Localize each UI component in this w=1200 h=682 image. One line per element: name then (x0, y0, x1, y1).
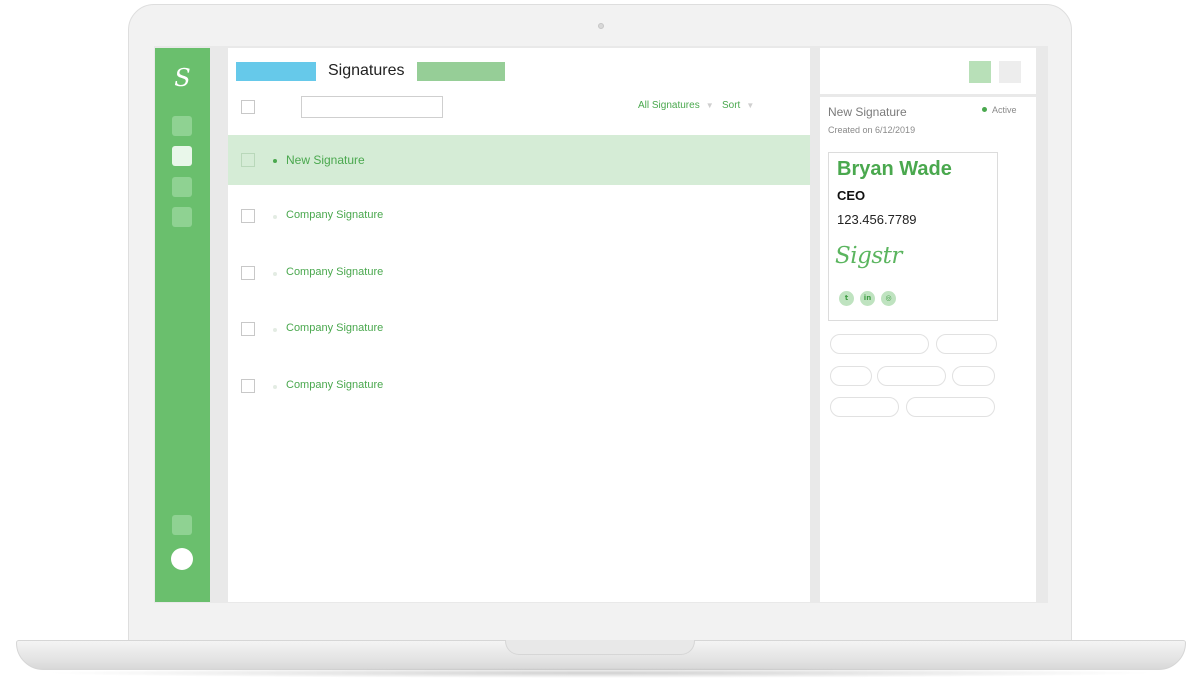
status-dot (273, 215, 277, 219)
list-item[interactable]: Company Signature (228, 361, 810, 411)
camera-icon (598, 23, 604, 29)
save-button[interactable] (969, 61, 991, 83)
status-badge: Active (982, 105, 1017, 115)
placeholder-pill[interactable] (936, 334, 997, 354)
list-item[interactable]: Company Signature (228, 191, 810, 241)
status-dot (273, 159, 277, 163)
sidebar: S (155, 48, 210, 602)
select-all-checkbox[interactable] (241, 100, 255, 114)
row-checkbox[interactable] (241, 209, 255, 223)
signature-detail-panel: New Signature Active Created on 6/12/201… (820, 97, 1036, 602)
filter-label: All Signatures (638, 100, 700, 111)
app-logo[interactable]: S (155, 64, 210, 92)
list-item-label: Company Signature (286, 379, 384, 391)
sidebar-item-signatures[interactable] (172, 146, 192, 166)
status-dot (982, 107, 987, 113)
tab-right[interactable] (417, 62, 505, 81)
signature-list-panel: Signatures All Signatures ▼ Sort ▼ New Sig… (228, 48, 810, 602)
instagram-icon[interactable]: ◎ (881, 291, 896, 306)
list-item-label: Company Signature (286, 266, 384, 278)
list-item-label: New Signature (286, 153, 365, 167)
placeholder-pill[interactable] (830, 366, 872, 386)
sort-label: Sort (722, 100, 741, 111)
row-checkbox[interactable] (241, 266, 255, 280)
sidebar-item-1[interactable] (172, 116, 192, 136)
placeholder-pill[interactable] (877, 366, 946, 386)
linkedin-icon[interactable]: in (860, 291, 875, 306)
status-dot (273, 328, 277, 332)
sidebar-item-settings[interactable] (172, 515, 192, 535)
status-label: Active (992, 105, 1017, 115)
chevron-down-icon: ▼ (705, 101, 714, 110)
sidebar-item-4[interactable] (172, 207, 192, 227)
sigstr-logo: Sigstr (835, 243, 902, 269)
list-item-label: Company Signature (286, 209, 384, 221)
signature-name: Bryan Wade (837, 158, 952, 180)
signature-phone: 123.456.7789 (837, 212, 917, 227)
status-dot (273, 272, 277, 276)
list-item[interactable]: New Signature (228, 135, 810, 185)
sidebar-item-3[interactable] (172, 177, 192, 197)
more-button[interactable] (999, 61, 1021, 83)
filter-dropdown[interactable]: All Signatures ▼ (638, 100, 714, 111)
row-checkbox[interactable] (241, 153, 255, 167)
tab-left[interactable] (236, 62, 316, 81)
placeholder-pill[interactable] (952, 366, 995, 386)
laptop-notch (505, 640, 695, 655)
row-checkbox[interactable] (241, 379, 255, 393)
placeholder-pill[interactable] (906, 397, 995, 417)
search-input[interactable] (301, 96, 443, 118)
sort-dropdown[interactable]: Sort ▼ (722, 100, 754, 111)
page-title: Signatures (328, 62, 405, 79)
placeholder-pill[interactable] (830, 334, 929, 354)
avatar[interactable] (171, 548, 193, 570)
placeholder-pill[interactable] (830, 397, 899, 417)
row-checkbox[interactable] (241, 322, 255, 336)
detail-header (820, 48, 1036, 94)
signature-title: CEO (837, 188, 866, 203)
laptop-shadow (40, 668, 1160, 678)
created-date: Created on 6/12/2019 (828, 125, 916, 135)
twitter-icon[interactable]: t (839, 291, 854, 306)
chevron-down-icon: ▼ (746, 101, 755, 110)
status-dot (273, 385, 277, 389)
list-item[interactable]: Company Signature (228, 248, 810, 298)
signature-preview-card[interactable]: Bryan Wade CEO 123.456.7789 Sigstr t in … (828, 152, 998, 321)
detail-title: New Signature (828, 105, 907, 119)
list-item[interactable]: Company Signature (228, 304, 810, 354)
list-item-label: Company Signature (286, 322, 384, 334)
app-screen: S Signatures All Signatures ▼ Sort ▼ New S… (154, 46, 1048, 603)
